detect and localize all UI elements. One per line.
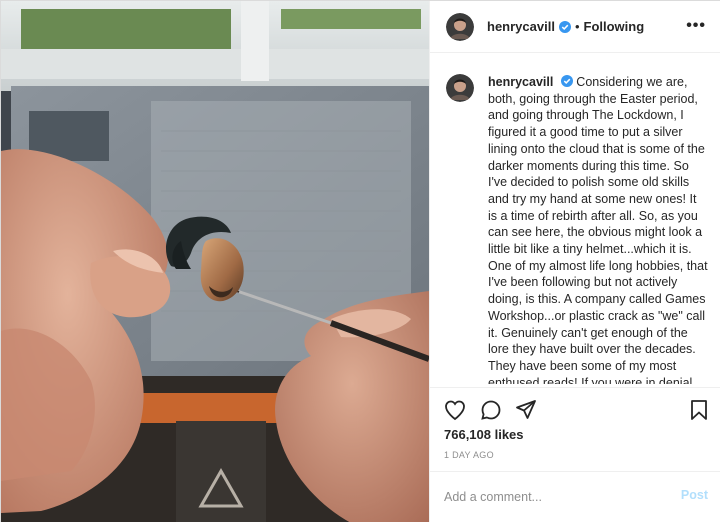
- header-username[interactable]: henrycavill: [487, 19, 555, 34]
- likes-count[interactable]: 766,108 likes: [444, 427, 524, 442]
- action-bar: [430, 387, 720, 431]
- caption-text: henrycavill Considering we are, both, go…: [488, 74, 708, 384]
- verified-badge-icon: [558, 20, 571, 33]
- separator-dot: •: [574, 19, 580, 34]
- comment-bar: Post: [430, 471, 720, 522]
- comment-icon[interactable]: [479, 398, 503, 422]
- bookmark-icon[interactable]: [687, 398, 711, 422]
- caption-verified-badge-icon: [560, 75, 573, 87]
- caption-username[interactable]: henrycavill: [488, 75, 553, 89]
- caption-row: henrycavill Considering we are, both, go…: [446, 74, 708, 384]
- post-side-panel: henrycavill • Following ••• henrycavill …: [429, 1, 720, 522]
- caption-body: Considering we are, both, going through …: [488, 75, 708, 384]
- post-comment-button[interactable]: Post: [681, 488, 708, 502]
- more-options-icon[interactable]: •••: [686, 17, 706, 35]
- heart-icon[interactable]: [443, 398, 467, 422]
- caption-avatar-image: [446, 74, 474, 102]
- following-button[interactable]: Following: [584, 19, 645, 34]
- avatar-image: [446, 12, 474, 41]
- post-header: henrycavill • Following •••: [430, 1, 720, 53]
- post-photo[interactable]: [1, 1, 429, 522]
- comment-input[interactable]: [444, 486, 664, 508]
- post-timestamp[interactable]: 1 DAY AGO: [444, 450, 494, 460]
- caption-area: henrycavill Considering we are, both, go…: [430, 54, 720, 384]
- instagram-post: henrycavill • Following ••• henrycavill …: [0, 0, 720, 522]
- avatar[interactable]: [446, 12, 474, 41]
- share-icon[interactable]: [514, 398, 538, 422]
- miniature-painting-photo: [1, 1, 429, 522]
- caption-avatar[interactable]: [446, 74, 474, 102]
